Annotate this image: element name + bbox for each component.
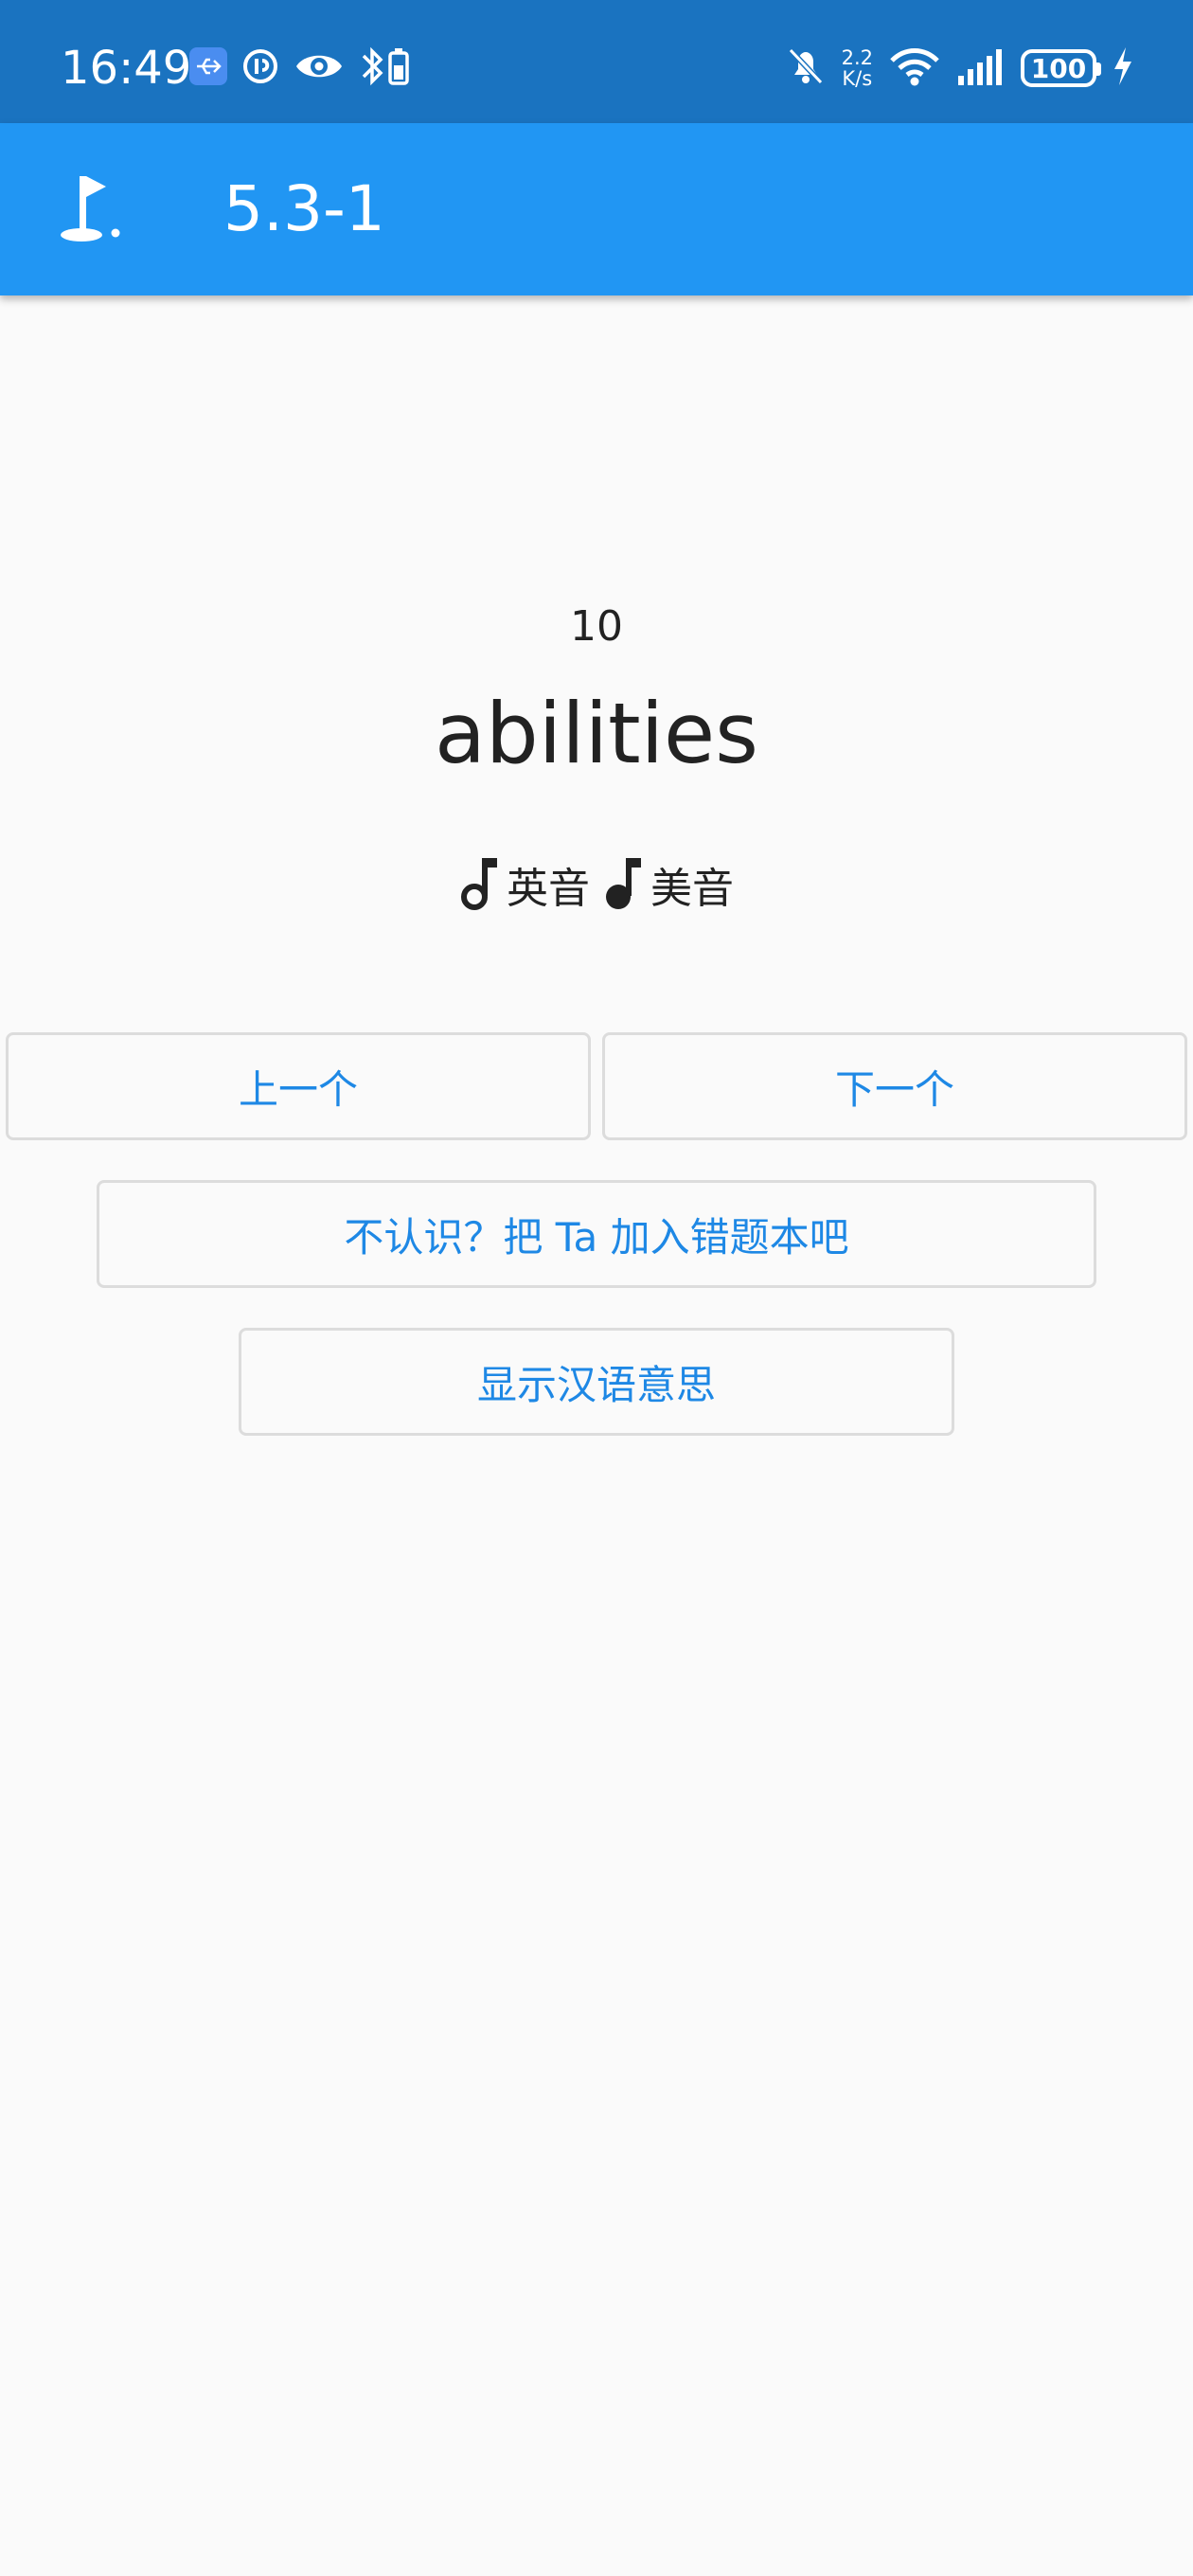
uk-pronunciation-button[interactable]: 英音 xyxy=(459,854,590,915)
us-pronunciation-button[interactable]: 美音 xyxy=(603,854,734,915)
previous-button[interactable]: 上一个 xyxy=(6,1032,591,1140)
data-saver-icon xyxy=(240,46,280,90)
wifi-icon xyxy=(888,45,941,91)
word-text: abilities xyxy=(434,685,759,782)
pronunciation-row: 英音 美音 xyxy=(0,847,1193,922)
word-index: 10 xyxy=(570,602,623,651)
mute-bell-icon xyxy=(785,45,827,92)
eye-icon xyxy=(294,46,345,90)
usb-debug-icon xyxy=(189,47,227,89)
net-speed: 2.2 K/s xyxy=(842,47,873,89)
us-pronunciation-label: 美音 xyxy=(650,865,734,913)
net-speed-unit: K/s xyxy=(842,67,873,90)
add-to-wrong-book-button[interactable]: 不认识？把 Ta 加入错题本吧 xyxy=(97,1180,1096,1288)
charging-icon xyxy=(1112,45,1134,91)
status-left-icons xyxy=(189,45,413,91)
uk-pronunciation-label: 英音 xyxy=(507,865,590,913)
status-right-icons: 2.2 K/s 100 xyxy=(785,42,1134,95)
music-note-icon xyxy=(603,854,641,915)
page-title: 5.3-1 xyxy=(223,172,385,245)
music-note-icon xyxy=(459,854,497,915)
signal-icon xyxy=(956,47,1006,89)
status-bar: 16:49 2.2 K/s 100 xyxy=(0,0,1193,123)
golf-flag-icon[interactable] xyxy=(57,172,125,248)
status-time: 16:49 xyxy=(61,42,192,95)
show-meaning-button[interactable]: 显示汉语意思 xyxy=(239,1328,954,1436)
battery-icon: 100 xyxy=(1021,49,1101,87)
bluetooth-battery-icon xyxy=(358,45,413,92)
net-speed-value: 2.2 xyxy=(841,46,873,69)
app-bar: 5.3-1 xyxy=(0,123,1193,295)
next-button[interactable]: 下一个 xyxy=(602,1032,1187,1140)
